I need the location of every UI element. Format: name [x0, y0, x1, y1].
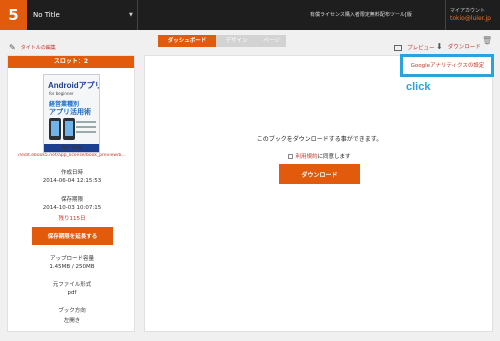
slot-header: スロット：2 — [8, 56, 134, 68]
book-title-select-label: No Title — [33, 11, 60, 19]
preview-icon — [394, 44, 402, 51]
account-email: tokio@luler.jp — [450, 15, 491, 22]
cover-text-line — [76, 131, 96, 133]
top-bar: 5 No Title ▼ 有償ライセンス購入者限定無料配布ツール[版 マイアカウ… — [0, 0, 500, 30]
book-direction-label: ブック方向 — [58, 308, 86, 314]
book-title-select[interactable]: No Title ▼ — [27, 0, 138, 30]
download-button[interactable]: ダウンロード — [279, 164, 360, 184]
license-info-text: 有償ライセンス購入者限定無料配布ツール[版 — [310, 12, 412, 18]
upload-capacity-value: 1.45MB / 250MB — [49, 264, 95, 270]
tab-design[interactable]: デザイン — [216, 35, 257, 47]
edit-title-link[interactable]: ✎ タイトルの編集 — [9, 37, 56, 56]
cover-text-line — [76, 126, 96, 128]
phone-illustration — [49, 118, 61, 140]
tab-dashboard[interactable]: ダッシュボード — [158, 35, 216, 47]
download-icon: ⬇ — [436, 42, 443, 51]
book-info-panel: スロット：2 Androidアプリ for beginner 経営業種別 アプリ… — [7, 55, 135, 332]
slot-number-badge: 5 — [0, 0, 27, 30]
cover-subtitle: for beginner — [49, 91, 74, 96]
book-preview-url[interactable]: //edit.ebook5.net/app_license/book_previ… — [8, 153, 136, 158]
remaining-days: 残り115日 — [58, 216, 86, 222]
source-format-value: pdf — [67, 290, 77, 296]
cover-text-line — [76, 121, 96, 123]
terms-link[interactable]: 利用規約 — [295, 154, 317, 160]
preview-label: プレビュー — [407, 45, 435, 52]
account-label: マイアカウント — [450, 8, 486, 14]
extend-retention-button[interactable]: 保存期限を延長する — [32, 227, 113, 245]
edit-title-label: タイトルの編集 — [20, 45, 56, 51]
callout-highlight-box — [400, 54, 494, 77]
download-link-label: ダウンロード — [447, 44, 481, 51]
dashboard-panel: Googleアナリティクスの設定 このブックをダウンロードする事ができます。 利… — [144, 55, 493, 332]
source-format-label: 元ファイル形式 — [52, 282, 92, 288]
callout-label: click — [406, 81, 431, 93]
upload-capacity-label: アップロード容量 — [49, 256, 94, 262]
download-prompt: このブックをダウンロードする事ができます。 — [256, 136, 383, 143]
created-value: 2014-06-04 12:15:53 — [42, 178, 102, 184]
book-title: No Title — [61, 145, 83, 151]
account-menu[interactable]: マイアカウント tokio@luler.jp — [445, 0, 500, 30]
pencil-icon: ✎ — [9, 43, 16, 52]
book-direction-value: 左開き — [63, 318, 81, 324]
terms-checkbox[interactable] — [288, 154, 294, 159]
book-cover-thumbnail[interactable]: Androidアプリ for beginner 経営業種別 アプリ活用術 — [43, 74, 100, 153]
created-label: 作成日時 — [60, 170, 83, 176]
retention-label: 保存期限 — [60, 197, 83, 203]
caret-down-icon: ▼ — [129, 12, 133, 18]
terms-suffix: に同意します — [317, 154, 351, 160]
cover-heading-line2: アプリ活用術 — [49, 108, 91, 116]
terms-agreement: 利用規約に同意します — [145, 152, 494, 160]
tab-page[interactable]: ページ — [257, 35, 286, 47]
trash-icon[interactable]: 🗑 — [482, 36, 492, 45]
download-link[interactable]: ⬇ ダウンロード — [436, 36, 481, 55]
retention-value: 2014-10-03 10:07:15 — [42, 205, 102, 211]
phone-illustration — [63, 118, 75, 140]
cover-title: Androidアプリ — [48, 81, 100, 90]
